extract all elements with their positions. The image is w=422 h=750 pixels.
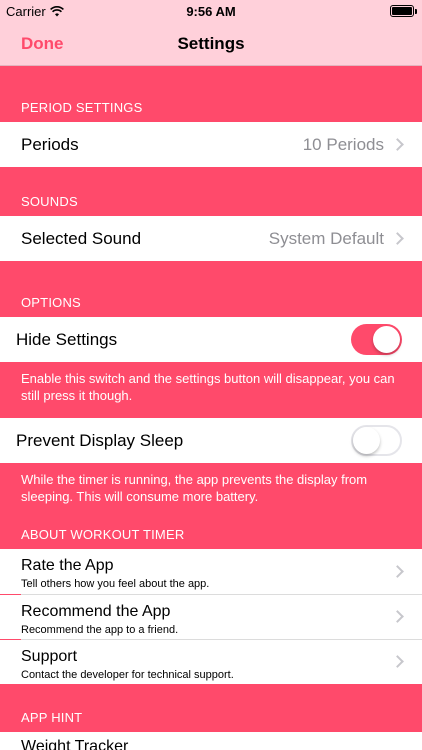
recommend-app-subtitle: Recommend the app to a friend. [21,624,179,636]
status-bar: Carrier 9:56 AM [0,0,422,22]
weight-tracker-cell[interactable]: Weight Tracker [0,732,422,750]
prevent-sleep-toggle[interactable] [351,425,402,456]
hide-settings-toggle[interactable] [351,324,402,355]
periods-value: 10 Periods [302,135,384,154]
chevron-right-icon [391,565,404,578]
section-header-app-hint: APP HINT [21,710,83,725]
periods-cell[interactable]: Periods 10 Periods [0,122,422,167]
chevron-right-icon [391,655,404,668]
selected-sound-cell[interactable]: Selected Sound System Default [0,216,422,261]
periods-label: Periods [21,135,79,154]
chevron-right-icon [391,232,404,245]
recommend-app-title: Recommend the App [21,603,171,620]
weight-tracker-title: Weight Tracker [21,738,129,750]
battery-icon [390,5,417,17]
section-header-about: ABOUT WORKOUT TIMER [21,527,185,542]
hide-settings-label: Hide Settings [16,330,118,349]
chevron-right-icon [391,610,404,623]
section-header-sounds: SOUNDS [21,194,78,209]
prevent-sleep-label: Prevent Display Sleep [16,431,184,450]
rate-app-cell[interactable]: Rate the App Tell others how you feel ab… [0,549,422,594]
navigation-bar: Done Settings [0,22,422,66]
support-cell[interactable]: Support Contact the developer for techni… [0,640,422,684]
selected-sound-label: Selected Sound [21,229,142,248]
prevent-sleep-cell: Prevent Display Sleep [0,418,422,463]
rate-app-title: Rate the App [21,557,114,574]
section-header-options: OPTIONS [21,295,81,310]
prevent-sleep-footer: While the timer is running, the app prev… [21,472,368,504]
section-header-period-settings: PERIOD SETTINGS [21,100,143,115]
selected-sound-value: System Default [268,229,384,248]
support-title: Support [21,648,78,665]
chevron-right-icon [391,138,404,151]
status-time: 9:56 AM [186,4,236,19]
hide-settings-cell: Hide Settings [0,317,422,362]
page-title: Settings [177,34,245,53]
hide-settings-footer: Enable this switch and the settings butt… [21,371,395,403]
rate-app-subtitle: Tell others how you feel about the app. [21,578,210,590]
recommend-app-cell[interactable]: Recommend the App Recommend the app to a… [0,595,422,639]
support-subtitle: Contact the developer for technical supp… [21,669,234,681]
